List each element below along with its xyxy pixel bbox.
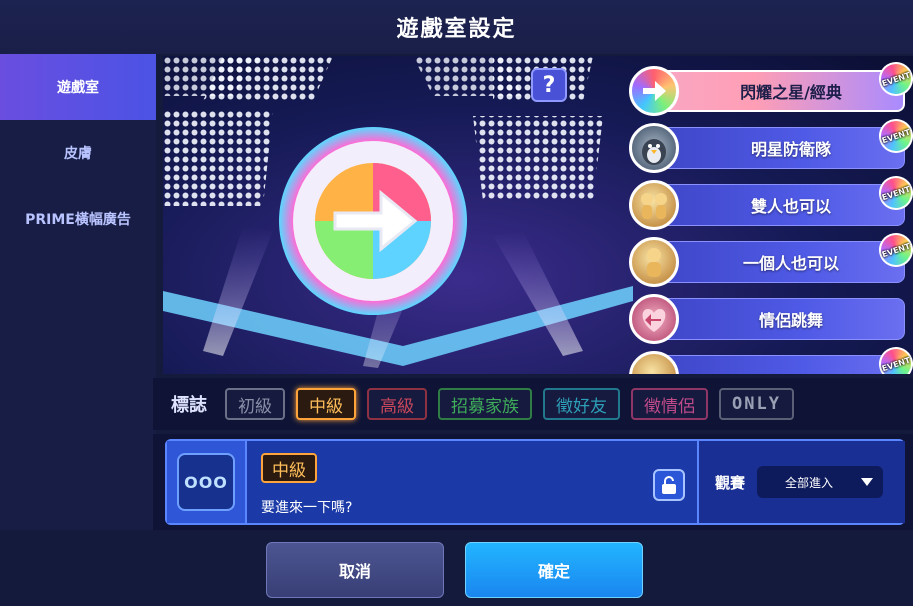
mode-label: 明星防衛隊 <box>750 140 831 159</box>
heart-arrow-icon <box>629 294 679 344</box>
avatar-button[interactable]: OOO <box>177 453 235 511</box>
tag-row-label: 標誌 <box>171 395 207 416</box>
mode-bar <box>654 355 905 374</box>
mode-item[interactable]: 一個人也可以 EVENT <box>629 228 913 287</box>
tag-row: 標誌 初級 中級 高級 招募家族 徵好友 徵情侶 ONLY <box>153 378 913 430</box>
mode-label: 雙人也可以 <box>750 197 831 216</box>
tag-find-friends[interactable]: 徵好友 <box>543 388 620 420</box>
sidebar: 遊戲室 皮膚 PRIME橫幅廣告 <box>0 54 156 530</box>
chevron-down-icon <box>861 478 874 486</box>
unlock-icon <box>662 476 676 494</box>
sidebar-item-skin[interactable]: 皮膚 <box>0 120 156 186</box>
mode-list: 閃耀之星/經典 EVENT 明星防衛隊 EVENT 雙人也可以 EVENT 一個… <box>629 57 913 374</box>
avatar-slot: OOO <box>167 441 247 523</box>
mode-label: 情侶跳舞 <box>758 311 823 330</box>
room-info-panel: OOO 中級 要進來一下嗎? 觀賽 全部進入 <box>165 439 905 525</box>
tag-find-couple[interactable]: 徵情侶 <box>631 388 708 420</box>
penguin-icon <box>629 123 679 173</box>
spectate-label: 觀賽 <box>715 473 746 492</box>
confirm-button[interactable]: 確定 <box>465 542 643 598</box>
mode-label: 閃耀之星/經典 <box>740 83 842 102</box>
page-title: 遊戲室設定 <box>0 0 913 54</box>
rainbow-arrow-icon <box>279 127 467 315</box>
help-button[interactable]: ? <box>531 68 567 102</box>
room-info-bar: OOO 中級 要進來一下嗎? 觀賽 全部進入 <box>153 434 913 530</box>
mode-label: 一個人也可以 <box>742 254 839 273</box>
mode-item[interactable]: 情侶跳舞 <box>629 294 913 344</box>
mode-preview: ? 閃耀之星/經典 EVENT 明星防衛隊 EVENT 雙人也可以 EVENT … <box>163 56 913 374</box>
event-badge-icon: EVENT <box>874 342 913 374</box>
mode-disc <box>273 121 473 321</box>
spectate-dropdown[interactable]: 全部進入 <box>757 466 884 498</box>
tag-beginner[interactable]: 初級 <box>225 388 285 420</box>
cancel-button[interactable]: 取消 <box>266 542 444 598</box>
twin-dancers-icon <box>629 180 679 230</box>
room-message: 要進來一下嗎? <box>261 500 353 516</box>
mode-item[interactable]: 閃耀之星/經典 EVENT <box>629 57 913 116</box>
rainbow-arrow-icon <box>629 66 679 116</box>
sidebar-item-room[interactable]: 遊戲室 <box>0 54 156 120</box>
tag-advanced[interactable]: 高級 <box>367 388 427 420</box>
sidebar-item-prime-banner[interactable]: PRIME橫幅廣告 <box>0 186 156 252</box>
solo-dancer-icon <box>629 237 679 287</box>
mode-item[interactable]: 明星防衛隊 EVENT <box>629 114 913 173</box>
spectate-value: 全部進入 <box>785 475 834 490</box>
action-bar: 取消 確定 <box>0 530 913 606</box>
mode-item[interactable]: EVENT <box>629 342 913 374</box>
tag-intermediate[interactable]: 中級 <box>296 388 356 420</box>
mode-item[interactable]: 雙人也可以 EVENT <box>629 171 913 230</box>
tag-recruit-family[interactable]: 招募家族 <box>438 388 532 420</box>
lock-toggle-button[interactable] <box>653 469 685 501</box>
room-tag-badge: 中級 <box>261 453 317 483</box>
tag-only[interactable]: ONLY <box>719 388 794 420</box>
spectate-panel: 觀賽 全部進入 <box>697 441 905 523</box>
